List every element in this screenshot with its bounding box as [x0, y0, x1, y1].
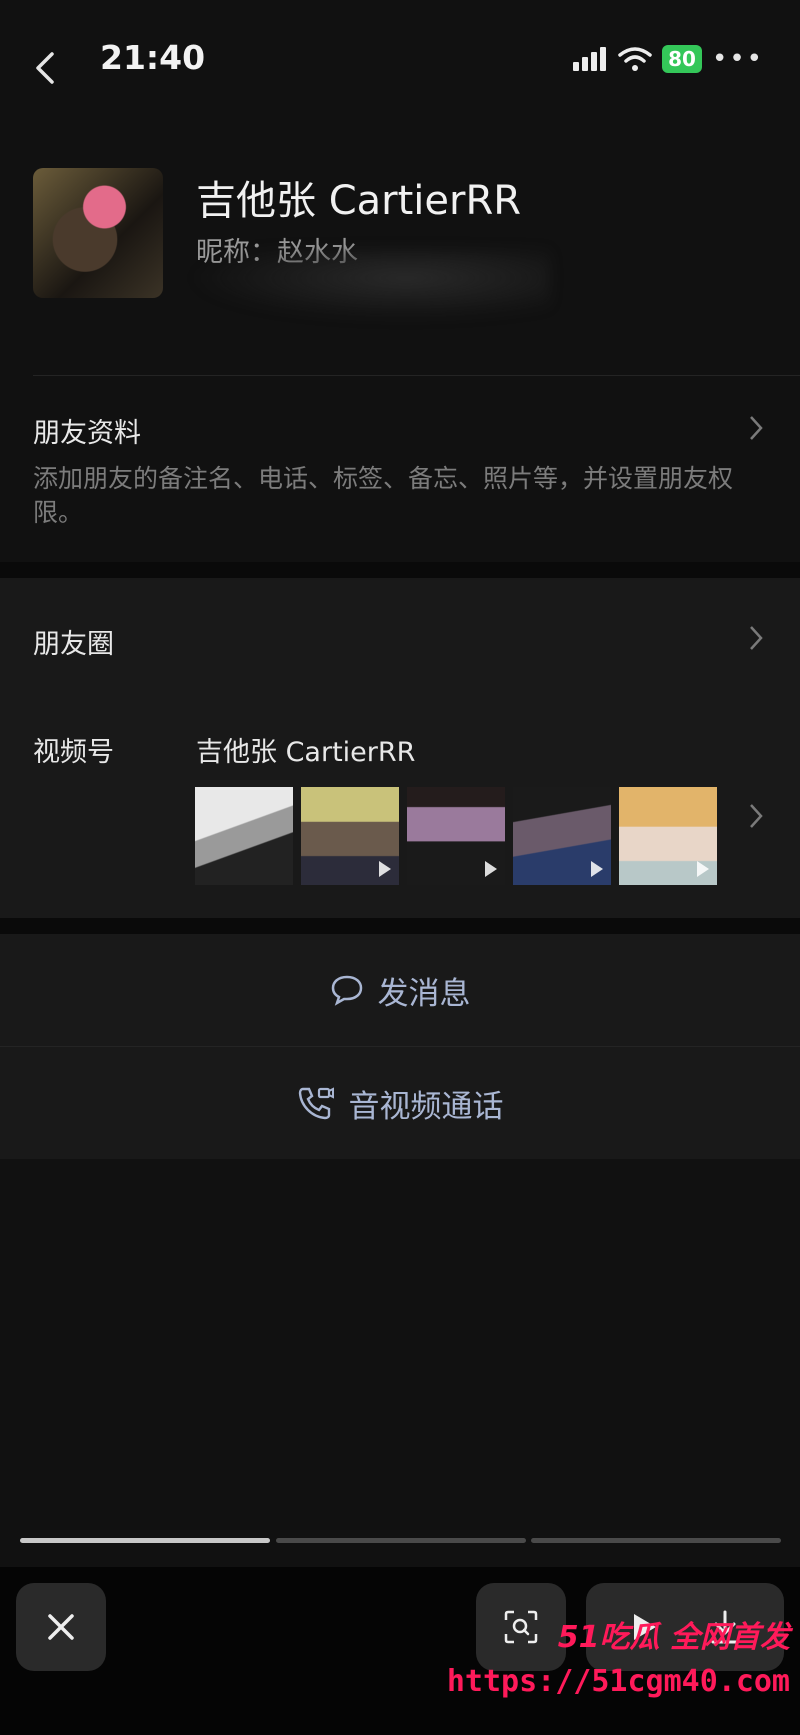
channels-label: 视频号 — [33, 737, 114, 768]
status-time: 21:40 — [100, 38, 206, 77]
scan-button[interactable] — [476, 1583, 566, 1671]
back-arrow-icon[interactable] — [28, 50, 64, 86]
status-icons: 80 ••• — [572, 44, 764, 74]
send-message-label: 发消息 — [377, 975, 471, 1012]
profile-name: 吉他张 CartierRR — [196, 178, 522, 224]
friend-info-row[interactable]: 朋友资料 添加朋友的备注名、电话、标签、备忘、照片等，并设置朋友权限。 — [0, 376, 800, 562]
av-call-button[interactable]: 音视频通话 — [0, 1047, 800, 1159]
page-indicator-active — [20, 1538, 270, 1543]
section-gap — [0, 562, 800, 578]
battery-indicator: 80 — [662, 45, 702, 73]
watermark-title: 51吃瓜 全网首发 — [557, 1620, 790, 1655]
close-button[interactable] — [16, 1583, 106, 1671]
signal-icon — [573, 47, 607, 71]
chevron-right-icon — [750, 804, 763, 828]
video-thumbnail[interactable] — [195, 787, 293, 885]
more-icon[interactable]: ••• — [712, 44, 764, 74]
friend-info-title: 朋友资料 — [33, 418, 141, 449]
chevron-right-icon — [750, 626, 763, 650]
play-icon — [591, 861, 603, 877]
close-icon — [48, 1614, 74, 1640]
section-gap — [0, 918, 800, 934]
scan-search-icon — [504, 1610, 538, 1644]
chevron-right-icon — [750, 416, 763, 440]
video-call-icon — [298, 1087, 334, 1120]
video-thumbnail[interactable] — [619, 787, 717, 885]
wifi-icon — [618, 47, 652, 71]
video-thumbnail[interactable] — [301, 787, 399, 885]
friend-info-description: 添加朋友的备注名、电话、标签、备忘、照片等，并设置朋友权限。 — [33, 464, 734, 527]
avatar[interactable] — [33, 168, 163, 298]
chat-bubble-icon — [331, 975, 362, 1006]
play-icon — [485, 861, 497, 877]
video-thumbnail[interactable] — [513, 787, 611, 885]
page-indicator — [531, 1538, 781, 1543]
play-icon — [379, 861, 391, 877]
page-indicator — [276, 1538, 526, 1543]
av-call-label: 音视频通话 — [348, 1088, 504, 1125]
channels-name: 吉他张 CartierRR — [196, 737, 416, 768]
watermark-url: https://51cgm40.com — [446, 1664, 790, 1699]
play-icon — [697, 861, 709, 877]
channel-thumbnails — [195, 787, 717, 885]
video-thumbnail[interactable] — [407, 787, 505, 885]
moments-label: 朋友圈 — [33, 629, 114, 660]
moments-row[interactable]: 朋友圈 — [0, 578, 800, 698]
send-message-button[interactable]: 发消息 — [0, 934, 800, 1046]
blurred-region — [190, 250, 550, 320]
